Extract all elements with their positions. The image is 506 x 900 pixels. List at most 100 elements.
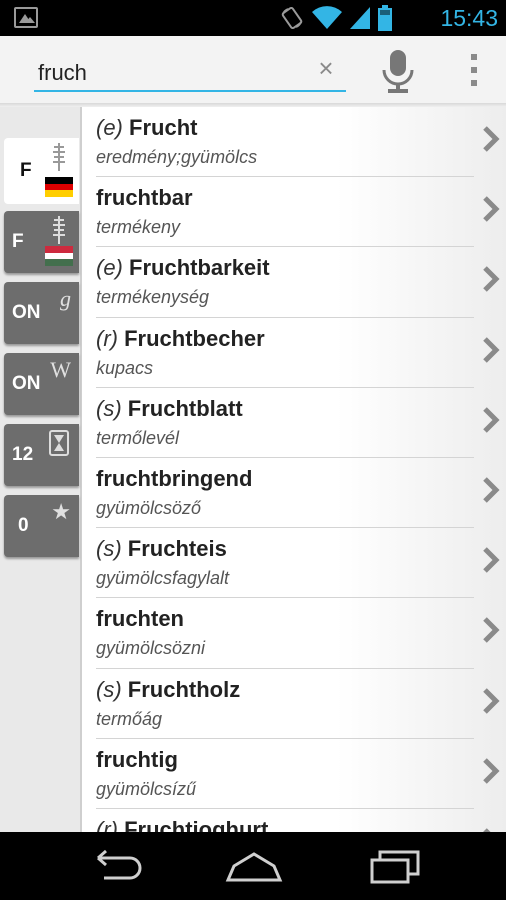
search-input[interactable]	[34, 46, 346, 92]
chevron-right-icon	[483, 547, 500, 573]
result-row[interactable]: fruchtbar termékeny	[82, 177, 506, 248]
headword-text: fruchtbringend	[96, 465, 253, 491]
overflow-menu-button[interactable]	[462, 50, 486, 90]
result-row[interactable]: fruchtig gyümölcsízű	[82, 739, 506, 809]
dictionary-sidebar: F F ON g ON W 12 0 ★	[0, 107, 82, 832]
result-translation: gyümölcsözni	[96, 638, 206, 659]
headword-text: fruchtig	[96, 746, 178, 772]
result-translation: termőág	[96, 708, 163, 729]
result-translation: kupacs	[96, 357, 154, 378]
results-list: (e) Frucht eredmény;gyümölcs fruchtbar term…	[82, 107, 506, 832]
result-translation: eredmény;gyümölcs	[96, 147, 258, 167]
result-headword: fruchtbringend	[96, 466, 252, 492]
headword-text: Fruchtbarkeit	[129, 255, 270, 281]
german-flag-icon	[45, 177, 73, 198]
article-label: (s)	[96, 676, 122, 702]
hourglass-icon	[49, 430, 69, 456]
result-row[interactable]: (r) Fruchtbecher kupacs	[82, 318, 506, 388]
article-label: (e)	[96, 255, 123, 281]
chevron-right-icon	[483, 196, 500, 222]
chevron-right-icon	[483, 687, 500, 714]
tab-online-wikipedia[interactable]: ON W	[4, 353, 79, 415]
result-row[interactable]: fruchtbringend gyümölcsöző	[82, 458, 506, 529]
result-translation: gyümölcsfagylalt	[96, 568, 230, 589]
chevron-right-icon	[483, 336, 500, 363]
tab-label: F	[20, 160, 32, 181]
result-translation: gyümölcsöző	[96, 497, 202, 518]
navigation-bar	[0, 832, 506, 900]
chevron-right-icon	[483, 757, 500, 784]
result-headword: (s) Fruchtholz	[96, 677, 240, 703]
dot	[471, 80, 477, 86]
dictionary-app: × F F	[0, 36, 506, 832]
result-translation: termékenység	[96, 287, 210, 308]
search-bar: ×	[0, 36, 506, 103]
headword-text: fruchtbar	[96, 185, 193, 211]
result-row[interactable]: (r) Fruchtjoghurt	[82, 809, 506, 832]
headword-text: fruchten	[96, 606, 184, 632]
back-icon	[98, 856, 142, 880]
hungarian-flag-icon	[45, 246, 73, 267]
tab-history[interactable]: 12	[4, 424, 79, 486]
tab-label: 0	[18, 515, 29, 536]
google-icon: g	[60, 286, 71, 311]
headword-text: Fruchtbecher	[124, 325, 265, 351]
result-headword: fruchten	[96, 606, 184, 632]
star-icon: ★	[51, 499, 71, 524]
result-headword: fruchtig	[96, 747, 178, 773]
tab-online-google[interactable]: ON g	[4, 282, 79, 344]
voice-search-button[interactable]	[378, 48, 418, 94]
book-icon	[53, 143, 65, 171]
article-label: (r)	[96, 816, 118, 832]
tab-favorites[interactable]: 0 ★	[4, 495, 79, 557]
article-label: (s)	[96, 395, 122, 421]
result-row[interactable]: (s) Fruchtholz termőág	[82, 669, 506, 739]
chevron-right-icon	[483, 406, 500, 433]
headword-text: Fruchteis	[127, 536, 227, 562]
chevron-right-icon	[483, 617, 500, 644]
microphone-icon	[382, 50, 414, 93]
tab-label: 12	[12, 444, 34, 465]
chevron-right-icon	[483, 477, 500, 503]
book-icon	[53, 216, 65, 244]
tab-label: ON	[12, 302, 41, 323]
result-headword: (r) Fruchtbecher	[96, 326, 265, 352]
article-label: (r)	[96, 325, 118, 351]
dot	[471, 67, 477, 73]
tab-german-dictionary[interactable]: F	[4, 138, 79, 204]
headword-text: Fruchtblatt	[127, 395, 243, 421]
back-button[interactable]	[84, 848, 144, 884]
result-headword: (r) Fruchtjoghurt	[96, 817, 268, 832]
article-label: (s)	[96, 536, 122, 562]
result-headword: (s) Fruchtblatt	[96, 396, 243, 422]
wikipedia-icon: W	[50, 357, 71, 382]
result-headword: (e) Fruchtbarkeit	[96, 255, 270, 281]
status-bar: 15:43	[0, 0, 506, 36]
clear-search-button[interactable]: ×	[310, 52, 342, 84]
result-row[interactable]: (e) Fruchtbarkeit termékenység	[82, 247, 506, 318]
rotate-icon	[281, 6, 303, 30]
wifi-icon	[312, 6, 342, 29]
home-button[interactable]	[224, 848, 284, 884]
headword-text: Fruchtjoghurt	[124, 816, 269, 832]
result-headword: fruchtbar	[96, 185, 193, 211]
result-headword: (s) Fruchteis	[96, 536, 227, 562]
result-translation: termékeny	[96, 217, 181, 238]
tab-hungarian-dictionary[interactable]: F	[4, 211, 79, 273]
status-icons	[280, 5, 392, 31]
tab-label: F	[12, 231, 24, 252]
tab-label: ON	[12, 373, 41, 394]
result-row[interactable]: (s) Fruchtblatt termőlevél	[82, 388, 506, 458]
chevron-right-icon	[483, 126, 500, 152]
battery-icon	[378, 5, 392, 31]
result-row[interactable]: (e) Frucht eredmény;gyümölcs	[82, 107, 506, 178]
article-label: (e)	[96, 115, 123, 140]
gallery-icon	[14, 7, 38, 28]
result-translation: termőlevél	[96, 427, 180, 448]
result-row[interactable]: (s) Fruchteis gyümölcsfagylalt	[82, 528, 506, 599]
recent-apps-button[interactable]	[364, 848, 424, 884]
result-headword: (e) Frucht	[96, 115, 197, 141]
chevron-right-icon	[483, 266, 500, 293]
recent-apps-icon	[370, 858, 410, 884]
result-row[interactable]: fruchten gyümölcsözni	[82, 598, 506, 669]
